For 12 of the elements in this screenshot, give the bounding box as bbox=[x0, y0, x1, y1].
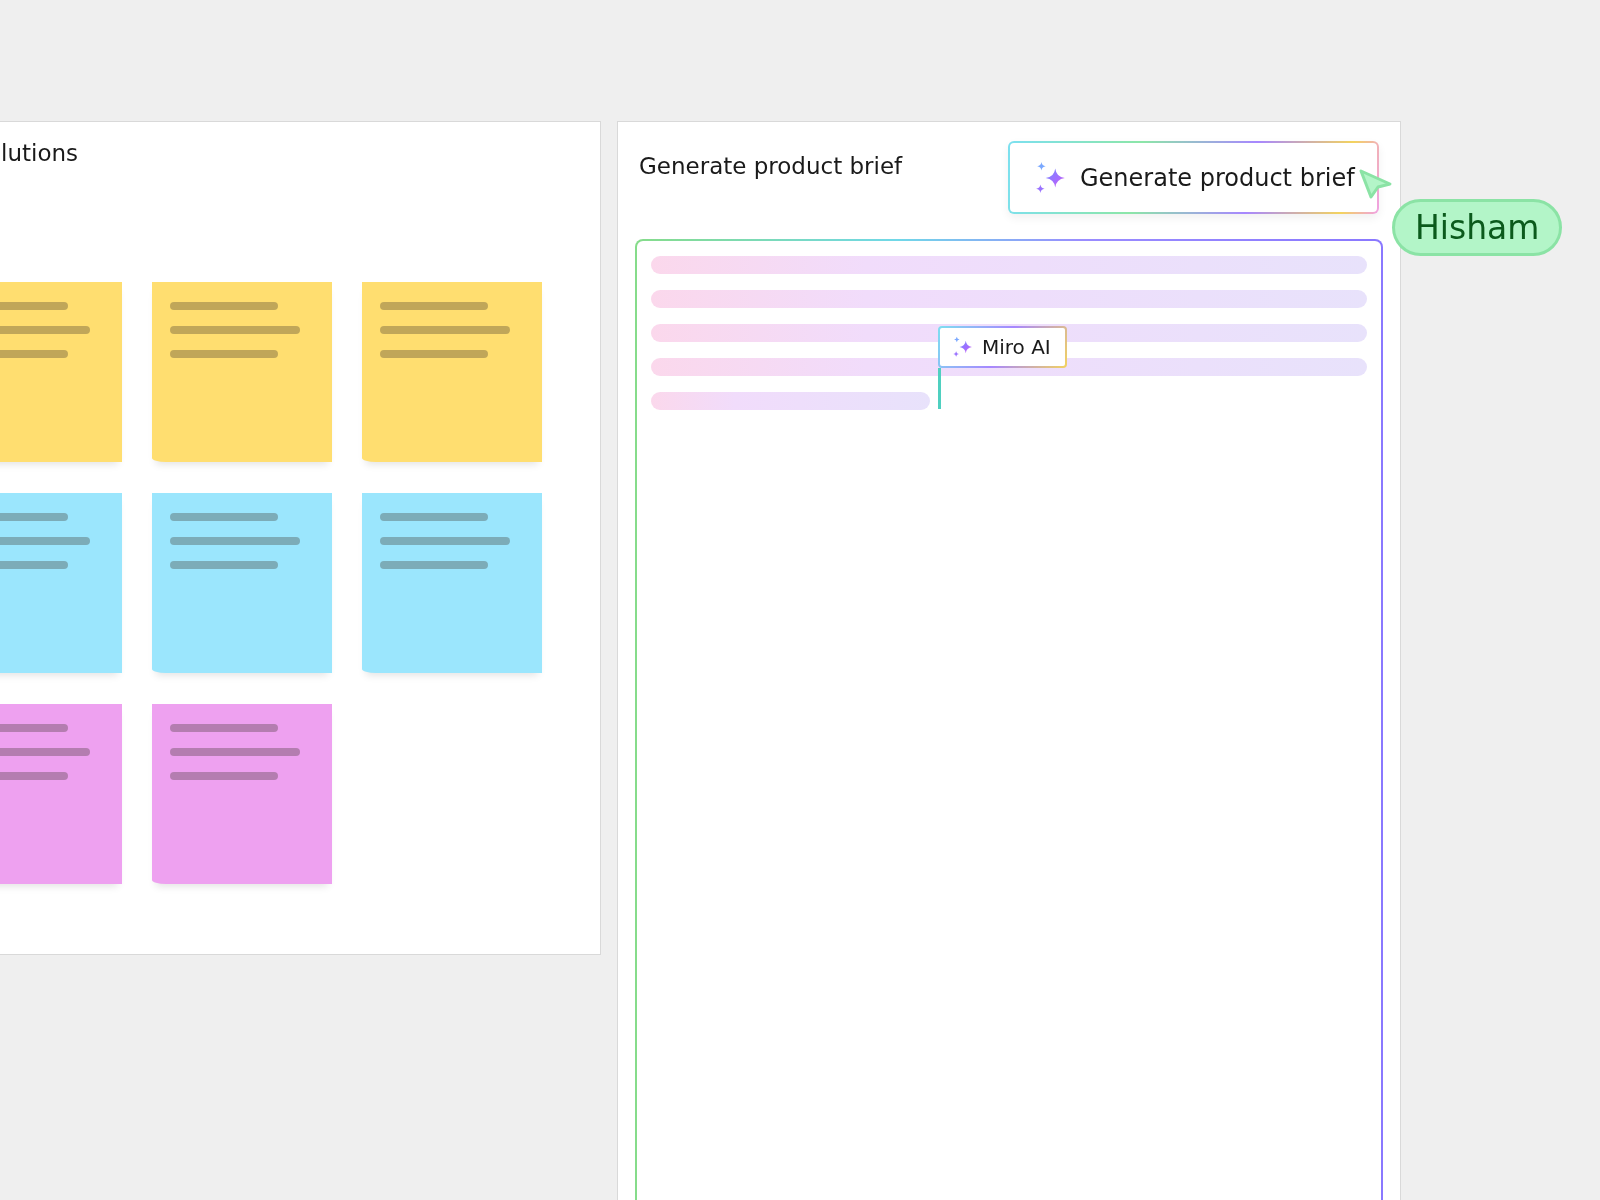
text-cursor bbox=[938, 368, 941, 409]
sticky-note[interactable] bbox=[152, 282, 332, 462]
generate-button[interactable]: Generate product brief bbox=[1008, 141, 1379, 214]
collaborator-name-tag: Hisham bbox=[1392, 199, 1563, 256]
sticky-note[interactable] bbox=[152, 704, 332, 884]
pointer-icon bbox=[1358, 168, 1392, 200]
sticky-note[interactable] bbox=[362, 282, 542, 462]
sticky-note[interactable] bbox=[362, 493, 542, 673]
frame-title: lutions bbox=[0, 139, 79, 166]
ai-cursor-label: Miro AI bbox=[938, 326, 1067, 368]
sticky-note[interactable] bbox=[152, 493, 332, 673]
frame-title: Generate product brief bbox=[638, 152, 903, 179]
